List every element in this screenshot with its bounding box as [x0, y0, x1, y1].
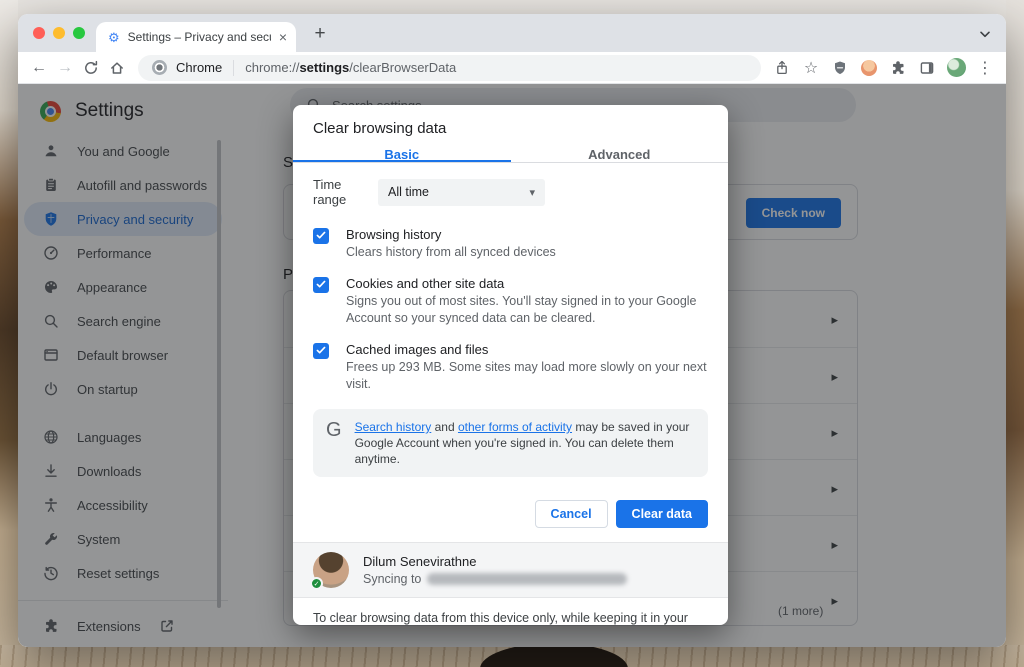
home-button[interactable]: [104, 55, 130, 81]
checkbox-label: Cookies and other site data: [346, 275, 708, 292]
checkbox-row-cached-images: Cached images and files Frees up 293 MB.…: [313, 341, 708, 393]
dialog-title: Clear browsing data: [293, 105, 728, 147]
search-history-link[interactable]: Search history: [355, 420, 432, 434]
tab-close-icon[interactable]: ×: [279, 30, 287, 44]
tab-title: Settings – Privacy and security: [128, 30, 271, 44]
close-window-button[interactable]: [33, 27, 45, 39]
toolbar: ← → Chrome chrome://settings/clearBrowse…: [18, 52, 1006, 84]
cancel-button[interactable]: Cancel: [535, 500, 608, 528]
checkbox-description: Frees up 293 MB. Some sites may load mor…: [346, 359, 708, 393]
time-range-label: Time range: [313, 177, 378, 207]
checkbox-description: Signs you out of most sites. You'll stay…: [346, 293, 708, 327]
active-tab[interactable]: ⚙ Settings – Privacy and security ×: [96, 22, 296, 52]
wallpaper-right-edge: [1006, 0, 1024, 667]
reload-button[interactable]: [78, 55, 104, 81]
tab-search-chevron-icon[interactable]: [977, 26, 991, 40]
bookmark-star-icon[interactable]: ☆: [798, 55, 824, 81]
dialog-actions: Cancel Clear data: [313, 500, 708, 528]
address-bar[interactable]: Chrome chrome://settings/clearBrowserDat…: [138, 55, 761, 81]
share-icon[interactable]: [769, 55, 795, 81]
dialog-tabs: Basic Advanced: [293, 147, 728, 163]
wallpaper-left-edge: [0, 0, 18, 667]
overflow-menu-icon[interactable]: ⋮: [972, 55, 998, 81]
redacted-email: [427, 573, 627, 585]
extension-shield-icon[interactable]: [827, 55, 853, 81]
url-scheme: chrome://: [245, 60, 299, 75]
time-range-select[interactable]: All time ▾: [378, 179, 545, 206]
url-host: settings: [299, 60, 349, 75]
user-avatar: ✓: [313, 552, 349, 588]
browser-window: ⚙ Settings – Privacy and security × + ← …: [18, 14, 1006, 647]
sync-label: Syncing to: [363, 572, 421, 586]
time-range-row: Time range All time ▾: [313, 177, 708, 207]
extensions-puzzle-icon[interactable]: [885, 55, 911, 81]
sync-profile-section: ✓ Dilum Senevirathne Syncing to: [293, 542, 728, 597]
dialog-body: Time range All time ▾ Browsing history C…: [293, 163, 728, 528]
checkbox-row-browsing-history: Browsing history Clears history from all…: [313, 226, 708, 261]
user-name: Dilum Senevirathne: [363, 554, 627, 569]
cookies-checkbox[interactable]: [313, 277, 329, 293]
zoom-window-button[interactable]: [73, 27, 85, 39]
checkbox-row-cookies: Cookies and other site data Signs you ou…: [313, 275, 708, 327]
checkbox-description: Clears history from all synced devices: [346, 244, 556, 261]
tab-basic[interactable]: Basic: [293, 147, 511, 162]
url-site-name: Chrome: [176, 60, 222, 75]
cached-images-checkbox[interactable]: [313, 343, 329, 359]
clear-browsing-data-dialog: Clear browsing data Basic Advanced Time …: [293, 105, 728, 625]
page-content: Settings You and Google Autofill and pas…: [18, 84, 1006, 647]
macos-traffic-lights: [33, 27, 85, 39]
time-range-value: All time: [388, 185, 429, 199]
extension-avatar-icon[interactable]: [856, 55, 882, 81]
url-divider: [233, 60, 234, 76]
desktop: ⚙ Settings – Privacy and security × + ← …: [0, 0, 1024, 667]
notice-text: Search history and other forms of activi…: [355, 419, 695, 467]
checkbox-label: Cached images and files: [346, 341, 708, 358]
google-g-icon: G: [326, 419, 342, 441]
side-panel-icon[interactable]: [914, 55, 940, 81]
dialog-footer-note: To clear browsing data from this device …: [293, 597, 728, 625]
tab-advanced[interactable]: Advanced: [511, 147, 729, 162]
google-account-notice: G Search history and other forms of acti…: [313, 409, 708, 477]
checkbox-label: Browsing history: [346, 226, 556, 243]
settings-gear-favicon: ⚙: [108, 31, 120, 44]
clear-data-button[interactable]: Clear data: [616, 500, 708, 528]
profile-avatar[interactable]: [943, 55, 969, 81]
caret-down-icon: ▾: [529, 186, 535, 199]
forward-button[interactable]: →: [52, 55, 78, 81]
url-path: /clearBrowserData: [349, 60, 456, 75]
minimize-window-button[interactable]: [53, 27, 65, 39]
back-button[interactable]: ←: [26, 55, 52, 81]
other-activity-link[interactable]: other forms of activity: [458, 420, 572, 434]
new-tab-button[interactable]: +: [309, 23, 331, 45]
browsing-history-checkbox[interactable]: [313, 228, 329, 244]
chrome-page-icon: [152, 60, 167, 75]
tab-strip: ⚙ Settings – Privacy and security × +: [18, 14, 1006, 52]
toolbar-actions: ☆ ⋮: [769, 55, 998, 81]
sync-badge-icon: ✓: [310, 577, 323, 590]
